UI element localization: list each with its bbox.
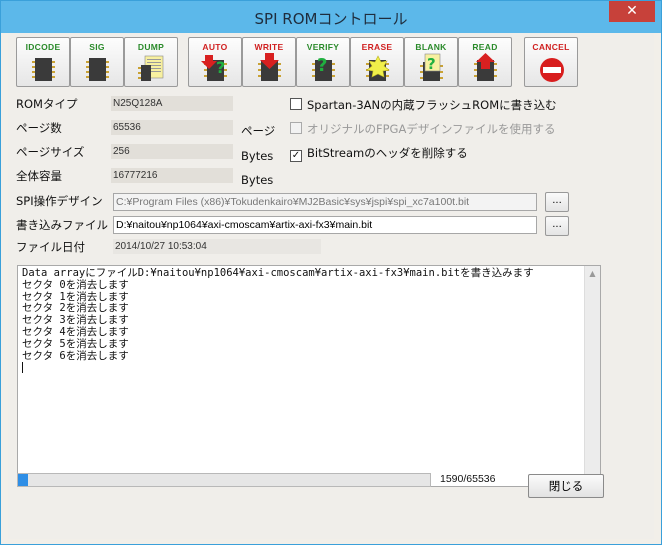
- write-button[interactable]: WRITE: [242, 37, 296, 87]
- log-line: セクタ 6を消去します: [22, 349, 129, 362]
- verify-chip-icon: ?: [312, 55, 335, 81]
- checkbox-box[interactable]: ✓: [290, 150, 302, 162]
- read-chip-icon: [474, 53, 497, 81]
- log-line: セクタ 4を消去します: [22, 325, 129, 338]
- page-size-value: 256: [111, 144, 233, 159]
- write-label: WRITE: [254, 42, 284, 52]
- rom-type-value: N25Q128A: [111, 96, 233, 111]
- idcode-button[interactable]: IDCODE: [16, 37, 70, 87]
- auto-button[interactable]: AUTO ?: [188, 37, 242, 87]
- sig-label: SIG: [89, 42, 105, 52]
- auto-label: AUTO: [202, 42, 228, 52]
- title-bar[interactable]: SPI ROMコントロール ✕: [1, 1, 661, 33]
- pages-value: 65536: [111, 120, 233, 135]
- erase-label: ERASE: [361, 42, 393, 52]
- spartan-checkbox-label: Spartan-3ANの内蔵フラッシュROMに書き込む: [307, 98, 557, 112]
- capacity-unit: Bytes: [241, 173, 274, 187]
- file-date-label: ファイル日付: [16, 240, 85, 254]
- auto-chip-icon: ?: [201, 55, 227, 81]
- file-date-value: 2014/10/27 10:53:04: [113, 239, 321, 254]
- cancel-button[interactable]: CANCEL: [524, 37, 578, 87]
- log-vertical-scrollbar[interactable]: ▲ ▼: [584, 266, 600, 486]
- spi-design-label: SPI操作デザイン: [16, 194, 103, 208]
- idcode-label: IDCODE: [25, 42, 61, 52]
- remove-bitstream-header-checkbox[interactable]: ✓ BitStreamのヘッダを削除する: [290, 145, 468, 162]
- spi-design-path-field[interactable]: C:¥Program Files (x86)¥Tokudenkairo¥MJ2B…: [113, 193, 537, 211]
- remove-header-checkbox-label: BitStreamのヘッダを削除する: [307, 146, 468, 160]
- capacity-label: 全体容量: [16, 169, 62, 183]
- blank-label: BLANK: [415, 42, 447, 52]
- svg-text:?: ?: [317, 55, 327, 76]
- erase-button[interactable]: ERASE: [350, 37, 404, 87]
- progress-bar-fill: [18, 474, 28, 486]
- log-line: セクタ 5を消去します: [22, 337, 129, 350]
- client-area: IDCODE SIG DUMP AUTO ? WRITE VERIFY ? ER…: [8, 33, 654, 539]
- write-file-label: 書き込みファイル: [16, 218, 108, 232]
- chip-icon: [32, 58, 55, 81]
- verify-label: VERIFY: [306, 42, 340, 52]
- page-size-unit: Bytes: [241, 149, 274, 163]
- blank-button[interactable]: BLANK ?: [404, 37, 458, 87]
- spi-rom-control-window: SPI ROMコントロール ✕ IDCODE SIG DUMP AUTO ? W…: [0, 0, 662, 545]
- log-line: セクタ 0を消去します: [22, 278, 129, 291]
- original-fpga-design-checkbox[interactable]: オリジナルのFPGAデザインファイルを使用する: [290, 121, 555, 137]
- text-cursor: [22, 362, 23, 374]
- dump-label: DUMP: [137, 42, 165, 52]
- sig-button[interactable]: SIG: [70, 37, 124, 87]
- verify-button[interactable]: VERIFY ?: [296, 37, 350, 87]
- rom-type-label: ROMタイプ: [16, 97, 78, 111]
- cancel-icon: [540, 58, 564, 82]
- spartan-internal-flash-checkbox[interactable]: Spartan-3ANの内蔵フラッシュROMに書き込む: [290, 97, 557, 113]
- window-title: SPI ROMコントロール: [254, 10, 408, 28]
- erase-chip-icon: [366, 55, 390, 81]
- original-fpga-checkbox-label: オリジナルのFPGAデザインファイルを使用する: [307, 122, 556, 136]
- svg-text:?: ?: [216, 58, 225, 77]
- pages-label: ページ数: [16, 121, 62, 135]
- pages-unit: ページ: [241, 124, 276, 138]
- write-file-browse-button[interactable]: ...: [545, 216, 569, 236]
- dump-button[interactable]: DUMP: [124, 37, 178, 87]
- scroll-up-arrow-icon[interactable]: ▲: [585, 266, 600, 281]
- dump-chip-icon: [138, 55, 164, 81]
- checkbox-box[interactable]: [290, 122, 302, 134]
- page-size-label: ページサイズ: [16, 145, 85, 159]
- write-progress-bar: [17, 473, 431, 487]
- read-button[interactable]: READ: [458, 37, 512, 87]
- log-lines: Data arrayにファイルD:¥naitou¥np1064¥axi-cmos…: [22, 267, 584, 375]
- close-dialog-button[interactable]: 閉じる: [528, 474, 604, 498]
- checkbox-box[interactable]: [290, 98, 302, 110]
- write-file-path-field[interactable]: D:¥naitou¥np1064¥axi-cmoscam¥artix-axi-f…: [113, 216, 537, 234]
- svg-text:?: ?: [427, 55, 436, 73]
- blank-chip-icon: ?: [420, 53, 443, 81]
- log-text-area[interactable]: Data arrayにファイルD:¥naitou¥np1064¥axi-cmos…: [17, 265, 601, 487]
- spi-design-browse-button[interactable]: ...: [545, 192, 569, 212]
- chip-icon: [86, 58, 109, 81]
- window-close-button[interactable]: ✕: [609, 1, 655, 22]
- progress-count-text: 1590/65536: [440, 473, 496, 485]
- capacity-value: 16777216: [111, 168, 233, 183]
- cancel-label: CANCEL: [532, 42, 570, 52]
- read-label: READ: [472, 42, 498, 52]
- write-chip-icon: [258, 53, 281, 81]
